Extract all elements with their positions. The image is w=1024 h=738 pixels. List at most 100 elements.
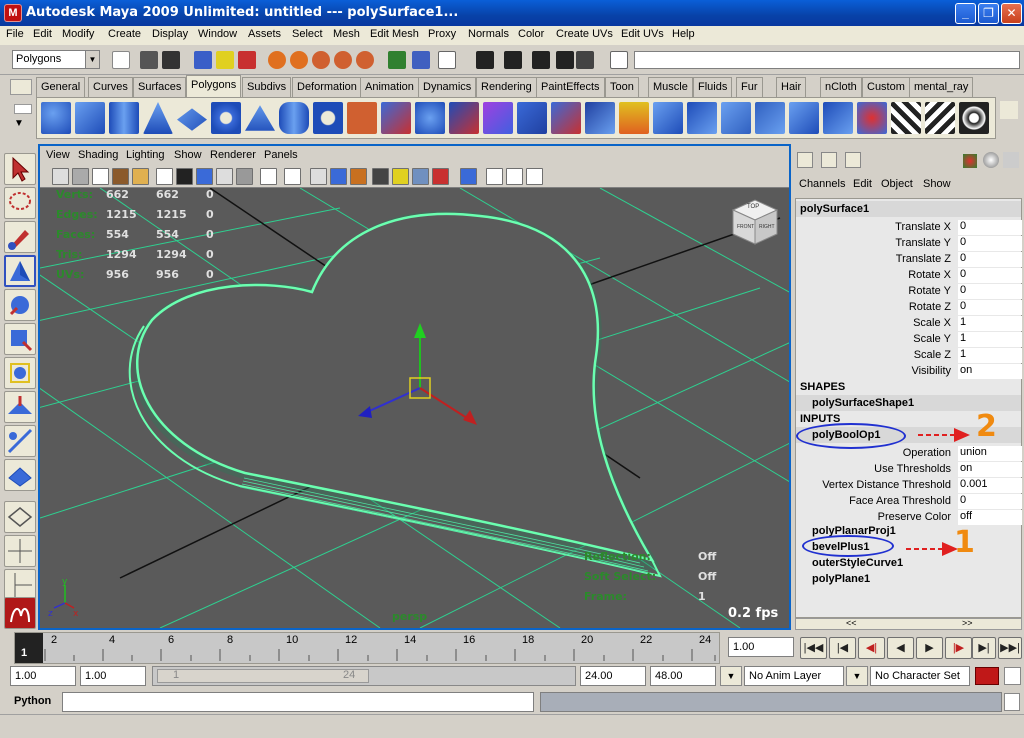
- shelf-tab-deformation[interactable]: Deformation: [292, 77, 362, 97]
- character-set-field[interactable]: No Character Set: [870, 666, 970, 686]
- select-object-icon[interactable]: [216, 51, 234, 69]
- scroll-left-icon[interactable]: <<: [846, 618, 857, 628]
- shelf-tab-animation[interactable]: Animation: [360, 77, 419, 97]
- attr-scale-y[interactable]: Scale Y1: [796, 331, 1022, 347]
- ipr-icon[interactable]: [532, 51, 550, 69]
- grease-pencil-icon[interactable]: [506, 168, 523, 185]
- separate-icon[interactable]: [381, 102, 411, 134]
- menu-file[interactable]: File: [6, 28, 24, 40]
- menu-assets[interactable]: Assets: [248, 28, 281, 40]
- poly-cylinder-icon[interactable]: [109, 102, 139, 134]
- last-tool-used-icon[interactable]: [4, 459, 36, 491]
- shelf-tab-muscle[interactable]: Muscle: [648, 77, 693, 97]
- minimize-button[interactable]: _: [955, 3, 976, 24]
- menu-edit[interactable]: Edit: [33, 28, 52, 40]
- attr-rotate-z[interactable]: Rotate Z0: [796, 299, 1022, 315]
- combine-icon[interactable]: [347, 102, 377, 134]
- select-camera-icon[interactable]: [52, 168, 69, 185]
- move-tool-icon[interactable]: [4, 255, 36, 287]
- smooth-icon[interactable]: [415, 102, 445, 134]
- range-slider[interactable]: 1 24: [152, 666, 576, 686]
- ipr-render-icon[interactable]: [504, 51, 522, 69]
- output-ops-icon[interactable]: [412, 51, 430, 69]
- cb-menu-channels[interactable]: Channels: [799, 178, 845, 190]
- shelf-tab-painteffects[interactable]: PaintEffects: [536, 77, 605, 97]
- snap-view-plane-icon[interactable]: [334, 51, 352, 69]
- save-scene-icon[interactable]: [162, 51, 180, 69]
- rotate-tool-icon[interactable]: [4, 289, 36, 321]
- attr-translate-z[interactable]: Translate Z0: [796, 251, 1022, 267]
- merge-vertices-icon[interactable]: [823, 102, 853, 134]
- spherical-mapping-icon[interactable]: [959, 102, 989, 134]
- extrude-icon[interactable]: [517, 102, 547, 134]
- four-view-layout-icon[interactable]: [4, 535, 36, 567]
- bool-union-icon[interactable]: [483, 102, 513, 134]
- resolution-gate-icon[interactable]: [196, 168, 213, 185]
- channel-box-scrollbar[interactable]: << >>: [795, 618, 1022, 630]
- planar-mapping-icon[interactable]: [891, 102, 921, 134]
- playback-end-field[interactable]: 24.00: [580, 666, 646, 686]
- attr-scale-x[interactable]: Scale X1: [796, 315, 1022, 331]
- shelf-menu-icon[interactable]: [14, 104, 32, 114]
- maximize-button[interactable]: ❐: [978, 3, 999, 24]
- viewport-canvas[interactable]: y z x TOP FRONT RIGHT Verts: 662 662 0 E…: [40, 188, 789, 628]
- paint-select-tool-icon[interactable]: [4, 221, 36, 253]
- universal-manipulator-icon[interactable]: [4, 357, 36, 389]
- poly-sphere-icon[interactable]: [41, 102, 71, 134]
- cb-menu-object[interactable]: Object: [881, 178, 913, 190]
- auto-key-icon[interactable]: [975, 667, 999, 685]
- attr-rotate-x[interactable]: Rotate X0: [796, 267, 1022, 283]
- safe-title-icon[interactable]: [284, 168, 301, 185]
- safe-action-icon[interactable]: [260, 168, 277, 185]
- playback-start-field[interactable]: 1.00: [80, 666, 146, 686]
- step-back-key-button[interactable]: ◀|: [858, 637, 885, 659]
- input-ops-icon[interactable]: [388, 51, 406, 69]
- shelf-tab-rendering[interactable]: Rendering: [476, 77, 537, 97]
- anim-layer-field[interactable]: No Anim Layer: [744, 666, 844, 686]
- maya-m-logo-icon[interactable]: [4, 597, 36, 629]
- scroll-right-icon[interactable]: >>: [962, 618, 973, 628]
- cb-menu-show[interactable]: Show: [923, 178, 951, 190]
- reduce-icon[interactable]: [449, 102, 479, 134]
- hypershade-icon[interactable]: [576, 51, 594, 69]
- input-node-outerstylecurve1[interactable]: outerStyleCurve1: [812, 557, 903, 569]
- offset-edge-loop-icon[interactable]: [789, 102, 819, 134]
- gate-mask-icon[interactable]: [216, 168, 233, 185]
- attr-vertex-distance-threshold[interactable]: Vertex Distance Threshold 0.001: [796, 477, 1022, 493]
- poly-cube-icon[interactable]: [75, 102, 105, 134]
- outliner-icon[interactable]: [963, 154, 977, 168]
- single-perspective-layout-icon[interactable]: [4, 501, 36, 533]
- menu-display[interactable]: Display: [152, 28, 188, 40]
- script-editor-icon[interactable]: [1004, 693, 1020, 711]
- menu-normals[interactable]: Normals: [468, 28, 509, 40]
- shelf-tab-toon[interactable]: Toon: [605, 77, 639, 97]
- menu-create-uvs[interactable]: Create UVs: [556, 28, 613, 40]
- film-gate-icon[interactable]: [176, 168, 193, 185]
- isolate-select-icon[interactable]: [460, 168, 477, 185]
- use-all-lights-icon[interactable]: [392, 168, 409, 185]
- range-slider-handle[interactable]: [157, 669, 369, 683]
- step-forward-frame-button[interactable]: ▶|: [972, 637, 996, 659]
- animation-start-field[interactable]: 1.00: [10, 666, 76, 686]
- object-name[interactable]: polySurface1: [800, 203, 869, 215]
- render-settings-icon[interactable]: [556, 51, 574, 69]
- two-d-pan-zoom-icon[interactable]: [132, 168, 149, 185]
- wireframe-on-shaded-icon[interactable]: [350, 168, 367, 185]
- shelf-tab-general[interactable]: General: [36, 77, 86, 97]
- attr-use-thresholds[interactable]: Use Thresholds on: [796, 461, 1022, 477]
- render-frame-icon[interactable]: [476, 51, 494, 69]
- attr-translate-x[interactable]: Translate X0: [796, 219, 1022, 235]
- channel-box-toggle-icon[interactable]: [797, 152, 813, 168]
- panel-menu-view[interactable]: View: [46, 149, 70, 161]
- grid-icon[interactable]: [156, 168, 173, 185]
- go-to-end-button[interactable]: ▶▶|: [998, 637, 1022, 659]
- play-backwards-button[interactable]: ◀: [887, 637, 914, 659]
- append-polygon-icon[interactable]: [585, 102, 615, 134]
- menu-window[interactable]: Window: [198, 28, 237, 40]
- shelf-tab-mental-ray[interactable]: mental_ray: [909, 77, 974, 97]
- current-time-field[interactable]: 1.00: [728, 637, 794, 657]
- scale-tool-icon[interactable]: [4, 323, 36, 355]
- make-live-icon[interactable]: [356, 51, 374, 69]
- menu-edit-mesh[interactable]: Edit Mesh: [370, 28, 419, 40]
- menu-mesh[interactable]: Mesh: [333, 28, 360, 40]
